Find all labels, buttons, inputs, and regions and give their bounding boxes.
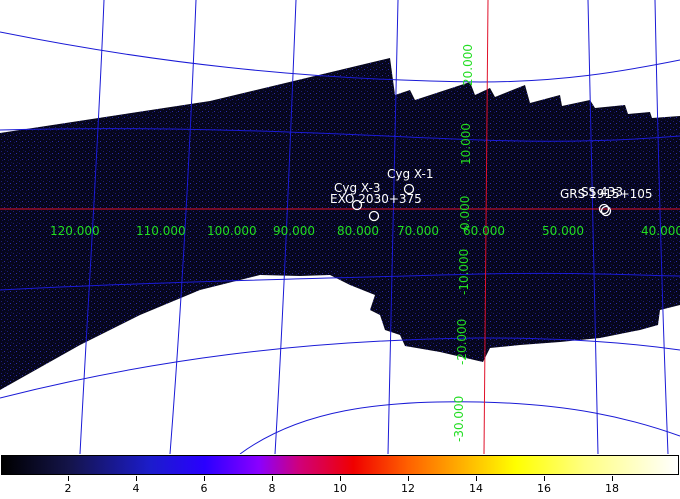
lat-label: 10.000 xyxy=(459,123,473,165)
source-label: Cyg X-1 xyxy=(387,167,434,181)
source-label: EXO 2030+375 xyxy=(330,192,422,206)
lat-label: -30.000 xyxy=(452,396,466,442)
lon-label: 120.000 xyxy=(50,224,100,238)
colorbar-tick: 4 xyxy=(132,482,140,495)
sky-map[interactable]: 120.000 110.000 100.000 90.000 80.000 70… xyxy=(0,0,680,454)
lat-label: -20.000 xyxy=(455,319,469,365)
lon-label: 50.000 xyxy=(542,224,584,238)
colorbar-tick: 2 xyxy=(64,482,72,495)
lat-label: 20.000 xyxy=(461,44,475,86)
lat-label: 0.000 xyxy=(458,196,472,230)
lon-label: 110.000 xyxy=(136,224,186,238)
lon-label: 70.000 xyxy=(397,224,439,238)
lon-label: 80.000 xyxy=(337,224,379,238)
colorbar-tick: 12 xyxy=(401,482,415,495)
colorbar-tick: 14 xyxy=(469,482,483,495)
colorbar-tick: 6 xyxy=(200,482,208,495)
lon-label: 100.000 xyxy=(207,224,257,238)
colorbar-tick: 10 xyxy=(333,482,347,495)
lon-label: 40.000 xyxy=(641,224,680,238)
colorbar-tick: 16 xyxy=(537,482,551,495)
lon-label: 90.000 xyxy=(273,224,315,238)
source-label: SS 433 xyxy=(581,185,623,199)
lat-label: -10.000 xyxy=(457,249,471,295)
sky-map-viewer[interactable]: 120.000 110.000 100.000 90.000 80.000 70… xyxy=(0,0,680,499)
colorbar-tick: 18 xyxy=(605,482,619,495)
colorbar-tick: 8 xyxy=(268,482,276,495)
colorbar-gradient xyxy=(1,455,679,475)
